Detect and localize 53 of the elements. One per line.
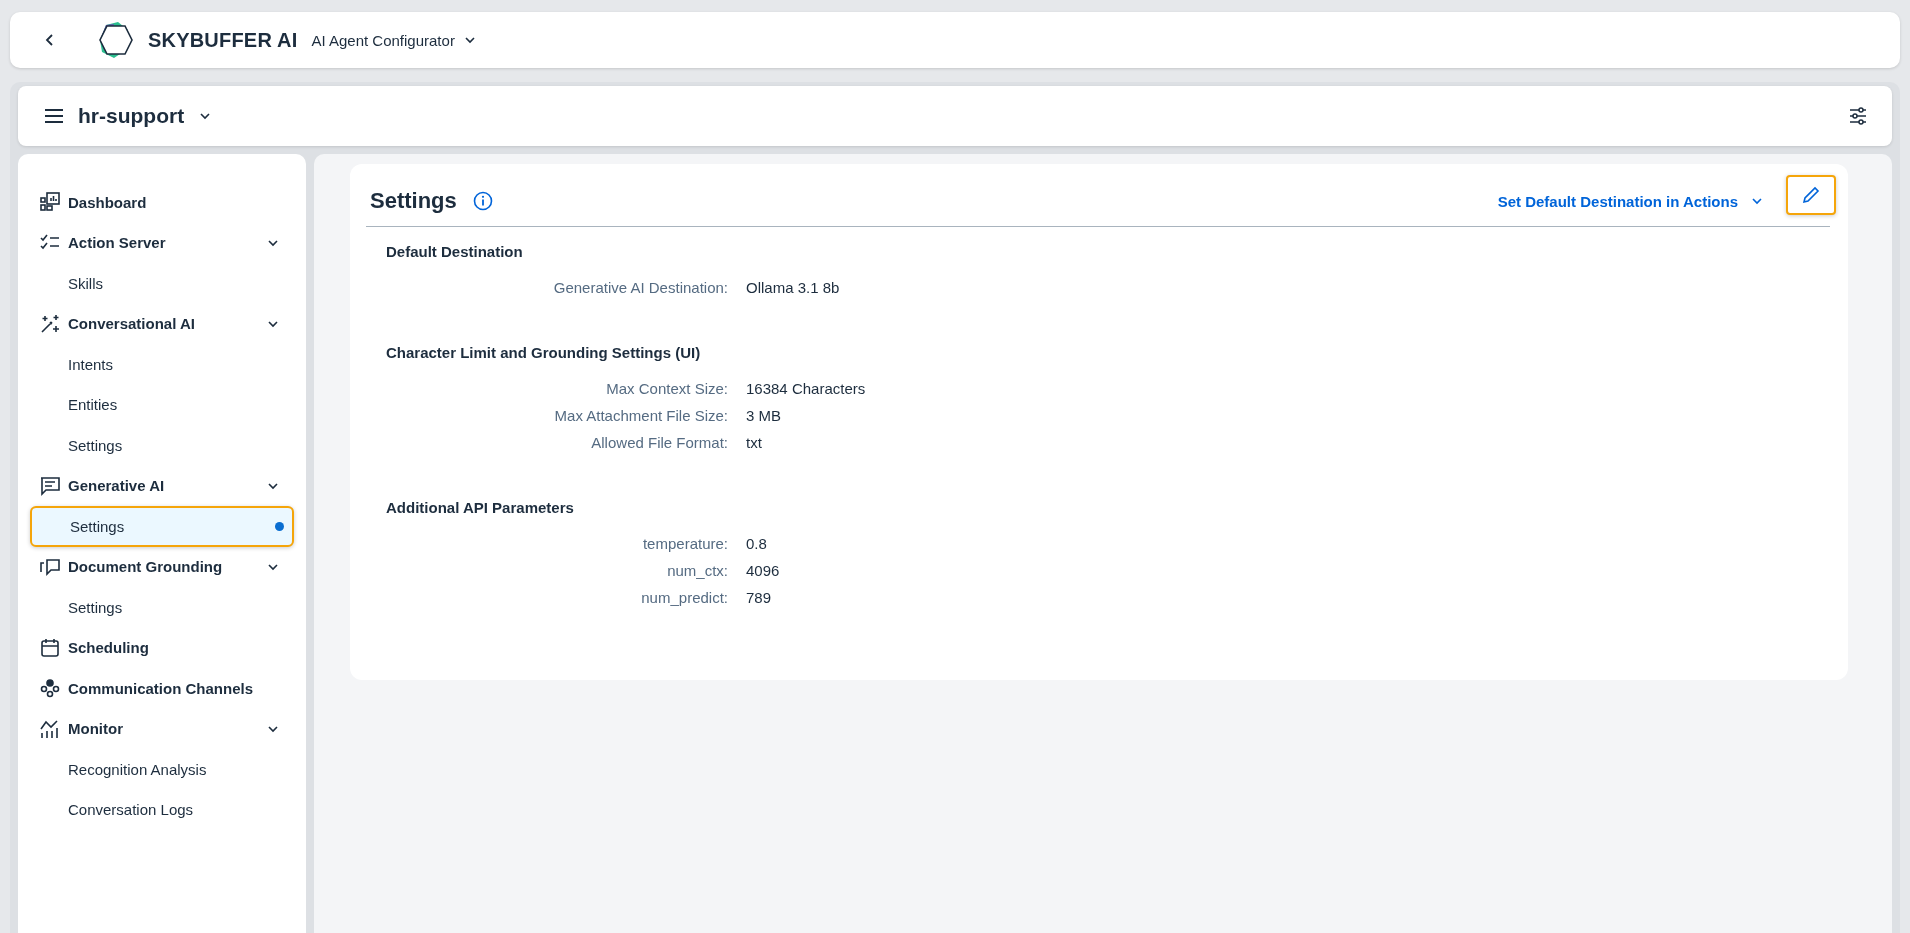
nav-icon	[40, 718, 60, 739]
nav-subitem[interactable]: Conversation Logs	[30, 789, 294, 830]
nav-item[interactable]: Document Grounding	[30, 546, 294, 587]
workspace-selector[interactable]: hr-support	[78, 104, 213, 128]
nav-subitem[interactable]: Settings	[30, 506, 294, 547]
field-value: 16384 Characters	[746, 379, 866, 399]
sliders-icon	[1848, 106, 1868, 126]
nav-subitem[interactable]: Settings	[30, 587, 294, 628]
field-value: 3 MB	[746, 406, 782, 426]
nav-item[interactable]: Scheduling	[30, 627, 294, 668]
field-label: temperature:	[641, 534, 728, 554]
action-menu-button[interactable]: Set Default Destination in Actions	[1497, 192, 1764, 210]
nav-subitem[interactable]: Skills	[30, 263, 294, 304]
nav-item[interactable]: Dashboard	[30, 182, 294, 223]
chevron-left-icon	[44, 33, 56, 47]
field-label: num_ctx:	[666, 561, 728, 581]
nav-subitem[interactable]: Intents	[30, 344, 294, 385]
page-title: Settings	[370, 188, 457, 214]
nav-item[interactable]: Communication Channels	[30, 668, 294, 709]
edit-button[interactable]	[1786, 175, 1836, 215]
nav-item[interactable]: Conversational AI	[30, 303, 294, 344]
selected-dot	[275, 521, 284, 531]
field-value: 789	[746, 588, 773, 608]
nav-icon	[40, 678, 60, 699]
section-title: Additional API Parameters	[386, 499, 575, 518]
field-value: txt	[746, 433, 763, 453]
section-title: Character Limit and Grounding Settings (UI)	[386, 344, 702, 363]
field-label: Max Attachment File Size:	[553, 406, 728, 426]
section-title: Default Destination	[386, 243, 524, 262]
nav-icon	[40, 475, 60, 496]
nav-item[interactable]: Action Server	[30, 222, 294, 263]
nav-icon	[40, 313, 60, 334]
nav-icon	[40, 192, 60, 213]
app-title-menu[interactable]: AI Agent Configurator	[311, 31, 477, 49]
nav-item[interactable]: Generative AI	[30, 465, 294, 506]
info-icon[interactable]	[472, 191, 493, 211]
hamburger-menu-icon	[44, 108, 64, 124]
pencil-icon	[1801, 185, 1821, 205]
brand-name: SKYBUFFER AI	[148, 28, 298, 52]
nav-subitem[interactable]: Entities	[30, 384, 294, 425]
field-label: Generative AI Destination:	[552, 278, 728, 298]
field-value: 4096	[746, 561, 780, 581]
nav-subitem[interactable]: Settings	[30, 425, 294, 466]
field-label: Allowed File Format:	[590, 433, 728, 453]
field-value: Ollama 3.1 8b	[746, 278, 840, 298]
nav-icon	[40, 637, 60, 658]
menu-button[interactable]	[44, 108, 64, 124]
field-label: Max Context Size:	[605, 379, 728, 399]
nav-item[interactable]: Monitor	[30, 708, 294, 749]
nav-icon	[40, 556, 60, 577]
field-label: num_predict:	[640, 588, 728, 608]
nav-subitem[interactable]: Recognition Analysis	[30, 749, 294, 790]
field-value: 0.8	[746, 534, 768, 554]
